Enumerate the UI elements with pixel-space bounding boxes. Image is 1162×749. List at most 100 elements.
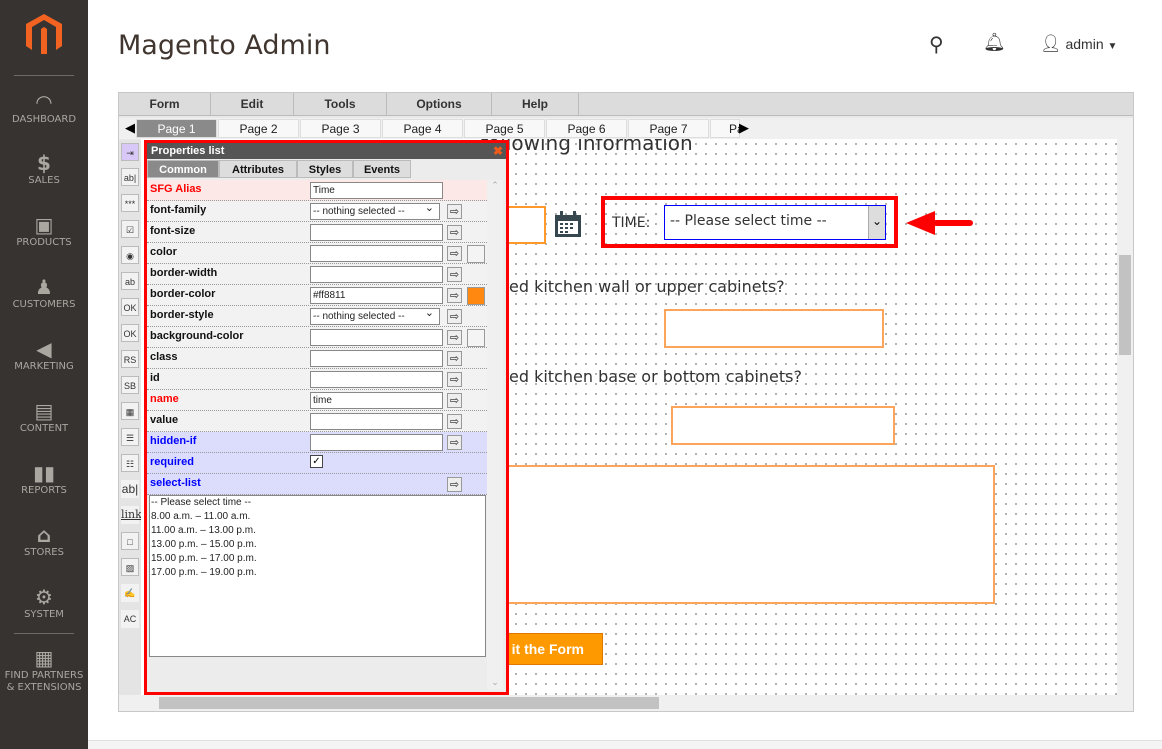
image-tool-icon[interactable]: ▨ bbox=[121, 558, 139, 576]
color-input[interactable] bbox=[310, 245, 443, 262]
apply-icon[interactable]: ⇨ bbox=[447, 351, 462, 366]
prop-border-style: border-style -- nothing selected -- ⇨ bbox=[147, 306, 487, 327]
user-menu[interactable]: 👤︎ admin ▼ bbox=[1040, 34, 1117, 54]
list-item: 17.00 p.m. – 19.00 p.m. bbox=[151, 567, 257, 578]
close-icon[interactable]: ✖ bbox=[493, 143, 503, 159]
tabs-left-arrow-icon[interactable]: ◀ bbox=[125, 120, 135, 136]
apply-icon[interactable]: ⇨ bbox=[447, 330, 462, 345]
import-icon[interactable]: ⇥ bbox=[121, 143, 139, 161]
apply-icon[interactable]: ⇨ bbox=[447, 393, 462, 408]
nav-reports[interactable]: ▮▮ REPORTS bbox=[0, 461, 88, 497]
calendar-icon[interactable] bbox=[554, 211, 582, 238]
tab-page-2[interactable]: Page 2 bbox=[218, 119, 299, 138]
box-tool-icon[interactable]: □ bbox=[121, 532, 139, 550]
apply-icon[interactable]: ⇨ bbox=[447, 246, 462, 261]
nav-stores[interactable]: ⌂ STORES bbox=[0, 523, 88, 559]
link-tool-icon[interactable]: link bbox=[121, 506, 142, 524]
prop-border-width: border-width ⇨ bbox=[147, 264, 487, 285]
sfg-alias-input[interactable]: Time bbox=[310, 182, 443, 199]
time-select[interactable]: -- Please select time -- ⌄ bbox=[664, 205, 886, 240]
apply-icon[interactable]: ⇨ bbox=[447, 225, 462, 240]
comments-textarea[interactable] bbox=[441, 465, 995, 604]
nav-system[interactable]: ⚙ SYSTEM bbox=[0, 585, 88, 621]
select-tool-icon[interactable]: ☰ bbox=[121, 428, 139, 446]
font-size-input[interactable] bbox=[310, 224, 443, 241]
tab-page-3[interactable]: Page 3 bbox=[300, 119, 381, 138]
tab-page-4[interactable]: Page 4 bbox=[382, 119, 463, 138]
color-swatch[interactable] bbox=[467, 245, 485, 263]
name-input[interactable]: time bbox=[310, 392, 443, 409]
tab-styles[interactable]: Styles bbox=[297, 160, 353, 178]
grid-tool-icon[interactable]: ▦ bbox=[121, 402, 139, 420]
menu-edit[interactable]: Edit bbox=[211, 93, 294, 116]
canvas-horizontal-scrollbar[interactable] bbox=[119, 695, 1133, 711]
nav-content[interactable]: ▤ CONTENT bbox=[0, 399, 88, 435]
border-color-swatch[interactable] bbox=[467, 287, 485, 305]
nav-marketing[interactable]: ◀ MARKETING bbox=[0, 337, 88, 373]
password-tool-icon[interactable]: *** bbox=[121, 194, 139, 212]
canvas-vertical-scrollbar[interactable] bbox=[1117, 139, 1133, 695]
chevron-up-icon[interactable]: ⌃ bbox=[487, 180, 503, 191]
panel-titlebar[interactable]: Properties list ✖ bbox=[147, 143, 506, 159]
border-style-select[interactable]: -- nothing selected -- bbox=[310, 306, 440, 325]
textbox-tool-icon[interactable]: ab| bbox=[121, 168, 139, 186]
hidden-if-input[interactable] bbox=[310, 434, 443, 451]
border-width-input[interactable] bbox=[310, 266, 443, 283]
apply-icon[interactable]: ⇨ bbox=[447, 267, 462, 282]
font-family-select[interactable]: -- nothing selected -- bbox=[310, 201, 440, 220]
value-input[interactable] bbox=[310, 413, 443, 430]
wall-cabinets-input[interactable] bbox=[664, 309, 884, 348]
apply-icon[interactable]: ⇨ bbox=[447, 204, 462, 219]
background-color-swatch[interactable] bbox=[467, 329, 485, 347]
required-checkbox[interactable]: ✓ bbox=[310, 455, 323, 468]
menu-form[interactable]: Form bbox=[119, 93, 211, 116]
signature-tool-icon[interactable]: ✍ bbox=[121, 584, 139, 602]
send-button-tool-icon[interactable]: SB bbox=[121, 376, 139, 394]
apply-icon[interactable]: ⇨ bbox=[447, 309, 462, 324]
nav-sales[interactable]: $ SALES bbox=[0, 151, 88, 187]
select-list-textarea[interactable]: -- Please select time -- 8.00 a.m. – 11.… bbox=[149, 495, 486, 657]
tab-common[interactable]: Common bbox=[147, 160, 219, 178]
tab-page-6[interactable]: Page 6 bbox=[546, 119, 627, 138]
file-tool-icon[interactable]: ab bbox=[121, 272, 139, 290]
submit-button-tool-icon[interactable]: OK bbox=[121, 298, 139, 316]
apply-icon[interactable]: ⇨ bbox=[447, 288, 462, 303]
checkbox-tool-icon[interactable]: ☑ bbox=[121, 220, 139, 238]
nav-find-partners[interactable]: ▦ FIND PARTNERS & EXTENSIONS bbox=[0, 646, 88, 694]
list-tool-icon[interactable]: ☷ bbox=[121, 454, 139, 472]
border-color-input[interactable]: #ff8811 bbox=[310, 287, 443, 304]
class-input[interactable] bbox=[310, 350, 443, 367]
tab-page-1[interactable]: Page 1 bbox=[136, 119, 217, 138]
menu-options[interactable]: Options bbox=[387, 93, 492, 116]
reset-tool-icon[interactable]: RS bbox=[121, 350, 139, 368]
panel-scrollbar[interactable]: ⌃ ⌄ bbox=[487, 180, 503, 690]
apply-icon[interactable]: ⇨ bbox=[447, 435, 462, 450]
menu-tools[interactable]: Tools bbox=[294, 93, 387, 116]
apply-icon[interactable]: ⇨ bbox=[447, 414, 462, 429]
magento-logo[interactable] bbox=[26, 14, 62, 54]
menu-help[interactable]: Help bbox=[492, 93, 579, 116]
tab-page-5[interactable]: Page 5 bbox=[464, 119, 545, 138]
nav-dashboard[interactable]: ◠ DASHBOARD bbox=[0, 90, 88, 126]
tab-page-8[interactable]: Page 8 bbox=[710, 119, 740, 138]
base-cabinets-input[interactable] bbox=[671, 406, 895, 445]
nav-customers[interactable]: ♟ CUSTOMERS bbox=[0, 275, 88, 311]
captcha-tool-icon[interactable]: AC bbox=[121, 610, 139, 628]
scroll-thumb[interactable] bbox=[1119, 255, 1131, 355]
apply-icon[interactable]: ⇨ bbox=[447, 372, 462, 387]
tab-page-7[interactable]: Page 7 bbox=[628, 119, 709, 138]
tab-attributes[interactable]: Attributes bbox=[219, 160, 297, 178]
tab-events[interactable]: Events bbox=[353, 160, 411, 178]
radio-tool-icon[interactable]: ◉ bbox=[121, 246, 139, 264]
id-input[interactable] bbox=[310, 371, 443, 388]
chevron-down-icon[interactable]: ⌄ bbox=[487, 677, 503, 688]
nav-products[interactable]: ▣ PRODUCTS bbox=[0, 213, 88, 249]
scroll-thumb[interactable] bbox=[159, 697, 659, 709]
label-tool-icon[interactable]: ab| bbox=[121, 480, 139, 498]
background-color-input[interactable] bbox=[310, 329, 443, 346]
tabs-right-arrow-icon[interactable]: ▶ bbox=[739, 120, 749, 136]
apply-icon[interactable]: ⇨ bbox=[447, 477, 462, 492]
search-icon[interactable]: ⚲ bbox=[929, 32, 944, 57]
button-tool-icon[interactable]: OK bbox=[121, 324, 139, 342]
bell-icon[interactable]: 🔔︎ bbox=[983, 32, 1006, 53]
